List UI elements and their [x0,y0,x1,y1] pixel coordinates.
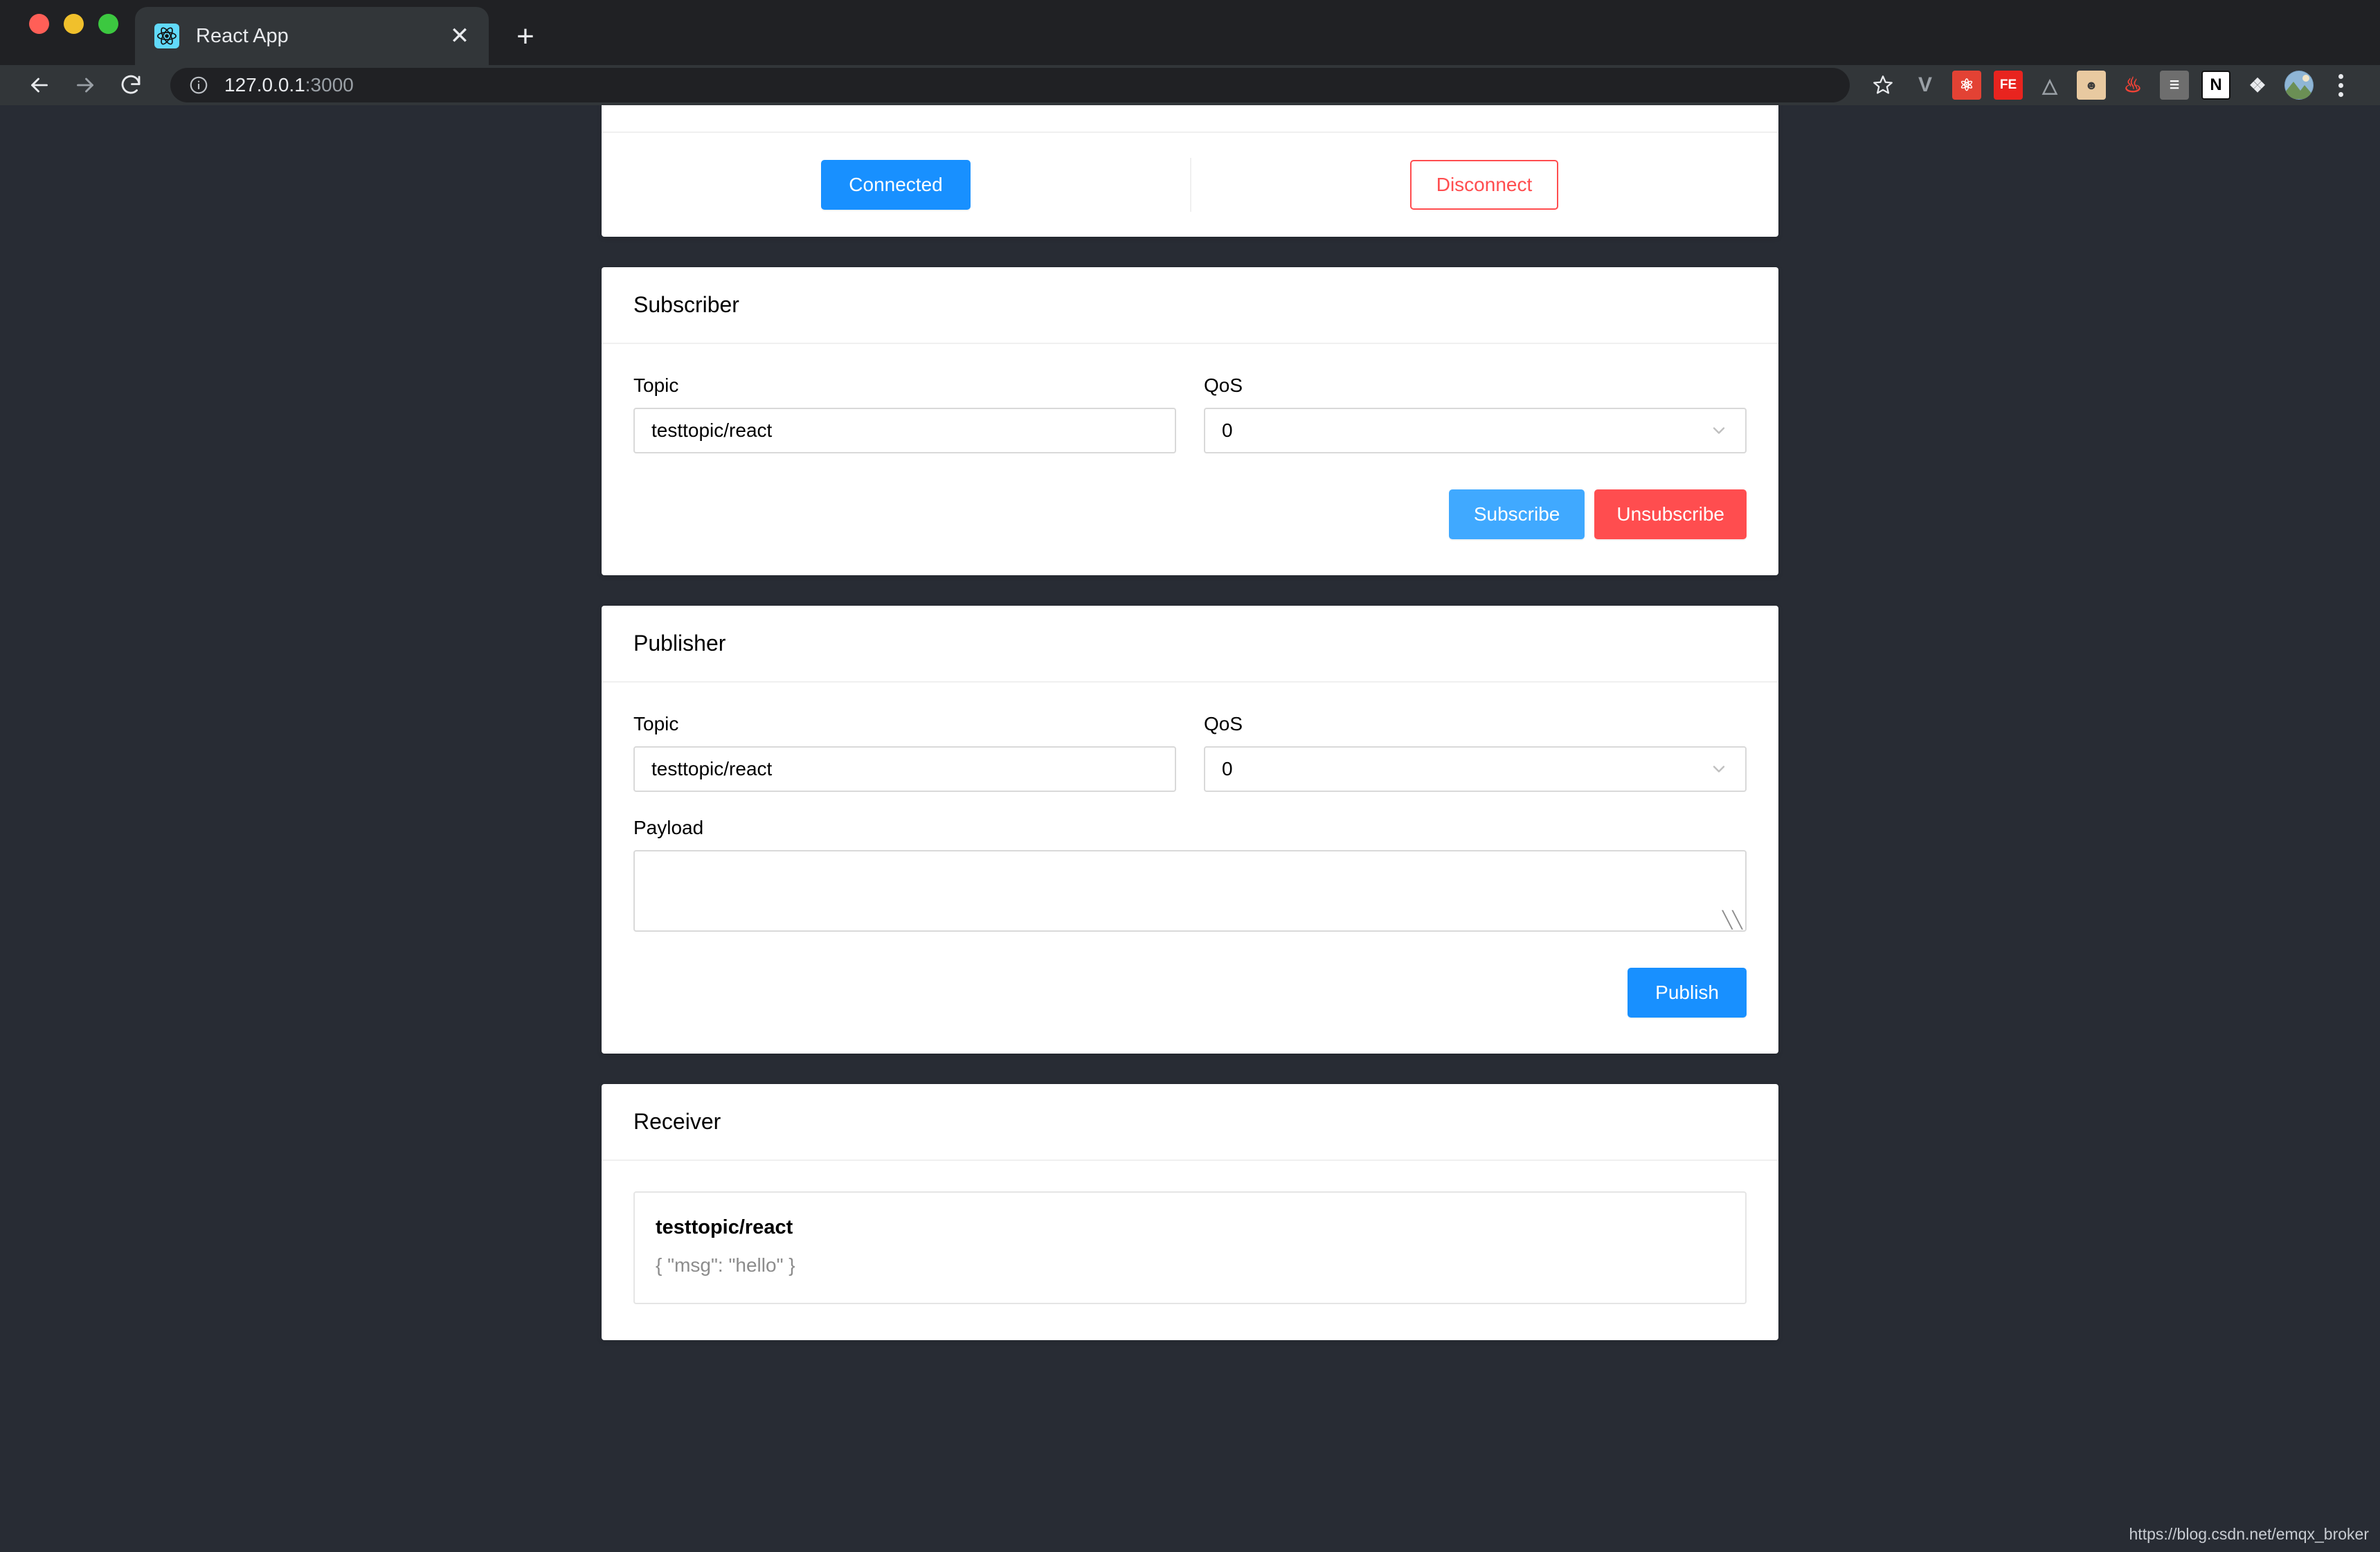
extensions-puzzle-icon[interactable]: ❖ [2243,71,2272,100]
receiver-card-body: testtopic/react { "msg": "hello" } [602,1161,1778,1340]
publisher-qos-group: QoS 0 [1204,713,1747,792]
publisher-form-row: Topic testtopic/react QoS 0 [633,713,1747,792]
publisher-qos-select[interactable]: 0 [1204,746,1747,792]
history-extension-icon[interactable]: ☰ [2160,71,2189,100]
browser-window: React App ✕ + 127.0.0.1:3000 V ⚛ FE △ ☻ … [0,0,2380,1552]
bookmark-star-icon[interactable] [1865,67,1901,103]
receiver-title: Receiver [633,1109,721,1134]
subscriber-card-body: Topic testtopic/react QoS 0 Subscribe Un… [602,344,1778,575]
page-content: Connected Disconnect Subscriber Topic te… [602,105,1778,1340]
disconnect-half: Disconnect [1190,160,1778,210]
react-logo-icon [154,24,179,48]
address-port: :3000 [305,74,354,96]
receiver-card-header: Receiver [602,1084,1778,1161]
publisher-payload-label: Payload [633,817,704,838]
publisher-payload-textarea[interactable]: ╱╱ [633,850,1747,932]
publisher-card-header: Publisher [602,606,1778,683]
browser-toolbar: 127.0.0.1:3000 V ⚛ FE △ ☻ ♨ ☰ N ❖ [0,65,2380,105]
connection-card: Connected Disconnect [602,105,1778,237]
receiver-card: Receiver testtopic/react { "msg": "hello… [602,1084,1778,1340]
connect-button[interactable]: Connected [821,160,971,210]
subscriber-title: Subscriber [633,292,739,317]
window-controls [0,0,118,65]
address-bar[interactable]: 127.0.0.1:3000 [170,68,1850,102]
received-message-item: testtopic/react { "msg": "hello" } [633,1191,1747,1304]
close-tab-icon[interactable]: ✕ [446,22,474,50]
connect-half: Connected [602,160,1190,210]
address-host: 127.0.0.1 [224,74,305,96]
extension-toolbar: V ⚛ FE △ ☻ ♨ ☰ N ❖ [1911,71,2314,100]
publish-button[interactable]: Publish [1628,968,1747,1018]
received-message-topic: testtopic/react [656,1216,793,1238]
publisher-topic-input[interactable]: testtopic/react [633,746,1176,792]
fe-helper-extension-icon[interactable]: FE [1994,71,2023,100]
vimium-shield-extension-icon[interactable]: △ [2035,71,2064,100]
publisher-card-body: Topic testtopic/react QoS 0 Payload ╱╱ P… [602,683,1778,1054]
close-window-button[interactable] [29,13,49,34]
watermark-url: https://blog.csdn.net/emqx_broker [2129,1525,2369,1543]
subscriber-qos-value: 0 [1222,419,1233,441]
address-bar-text: 127.0.0.1:3000 [224,74,354,96]
lighthouse-extension-icon[interactable]: ♨ [2118,71,2147,100]
subscriber-qos-group: QoS 0 [1204,375,1747,453]
publisher-actions: Publish [633,968,1747,1018]
react-devtools-extension-icon[interactable]: ⚛ [1952,71,1981,100]
disconnect-button[interactable]: Disconnect [1409,160,1559,210]
subscriber-actions: Subscribe Unsubscribe [633,489,1747,539]
notion-extension-icon[interactable]: N [2201,71,2230,100]
tab-strip: React App ✕ + [0,0,2380,65]
subscriber-card-header: Subscriber [602,267,1778,344]
chevron-down-icon[interactable] [1709,759,1729,779]
publisher-topic-group: Topic testtopic/react [633,713,1176,792]
reload-icon[interactable] [112,66,150,104]
tab-title: React App [196,24,289,47]
page-viewport: Connected Disconnect Subscriber Topic te… [0,105,2380,1552]
publisher-qos-label: QoS [1204,713,1243,734]
browser-tab[interactable]: React App ✕ [135,7,489,65]
publisher-topic-label: Topic [633,713,679,734]
subscriber-topic-group: Topic testtopic/react [633,375,1176,453]
chevron-down-icon[interactable] [1709,421,1729,440]
connection-divider [1190,158,1191,212]
subscriber-qos-select[interactable]: 0 [1204,408,1747,453]
publisher-title: Publisher [633,631,726,656]
subscriber-form-row: Topic testtopic/react QoS 0 [633,375,1747,453]
subscribe-button[interactable]: Subscribe [1448,489,1585,539]
subscriber-qos-label: QoS [1204,375,1243,396]
subscriber-topic-label: Topic [633,375,679,396]
publisher-card: Publisher Topic testtopic/react QoS 0 Pa… [602,606,1778,1054]
profile-avatar[interactable] [2284,71,2314,100]
subscriber-card: Subscriber Topic testtopic/react QoS 0 S… [602,267,1778,575]
connection-fields [602,105,1778,132]
publisher-qos-value: 0 [1222,758,1233,779]
back-icon[interactable] [21,66,58,104]
info-circle-icon[interactable] [188,75,209,96]
received-message-payload: { "msg": "hello" } [656,1254,795,1276]
forward-icon[interactable] [66,66,104,104]
publisher-gap [633,792,1747,817]
vue-devtools-extension-icon[interactable]: V [1911,71,1940,100]
unsubscribe-button[interactable]: Unsubscribe [1594,489,1747,539]
subscriber-topic-input[interactable]: testtopic/react [633,408,1176,453]
publisher-payload-group: Payload ╱╱ [633,817,1747,932]
chrome-menu-icon[interactable] [2325,69,2356,101]
connection-actions: Connected Disconnect [602,132,1778,237]
minimize-window-button[interactable] [64,13,84,34]
new-tab-button[interactable]: + [504,15,547,58]
resize-handle-icon[interactable]: ╱╱ [1722,911,1742,930]
maximize-window-button[interactable] [98,13,118,34]
clipboard-extension-icon[interactable]: ☻ [2077,71,2106,100]
